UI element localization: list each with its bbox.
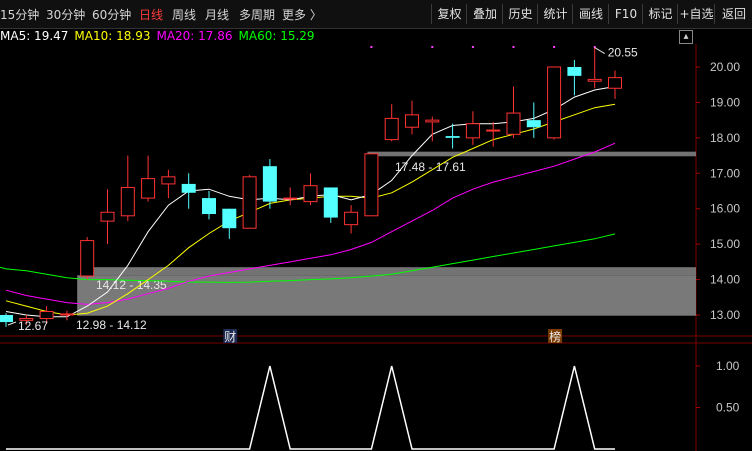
signal-dot	[370, 46, 373, 48]
y-tick-label: 20.00	[710, 60, 740, 74]
candle-body	[344, 211, 359, 226]
candle-body	[384, 117, 399, 141]
signal-dot	[471, 46, 474, 48]
candle-body	[120, 186, 135, 217]
candle-body	[181, 183, 196, 193]
zone-label: 17.48 - 17.61	[395, 160, 466, 174]
indicator-tick-label: 1.00	[716, 359, 740, 373]
signal-dot	[512, 46, 515, 48]
candle-body	[303, 185, 318, 203]
y-tick-label: 14.00	[710, 273, 740, 287]
candle-body	[283, 197, 298, 200]
low-pointer	[7, 321, 17, 326]
candle-body	[506, 112, 521, 135]
candle-body	[323, 187, 338, 218]
indicator-line	[6, 365, 615, 450]
indicator-tick-label: 0.50	[716, 401, 740, 415]
high-pointer	[594, 47, 605, 54]
y-tick-label: 13.00	[710, 308, 740, 322]
event-tag-label: 财	[224, 330, 236, 344]
candle-body	[222, 208, 237, 229]
candle-body	[202, 198, 216, 215]
candle-body	[526, 120, 541, 128]
y-tick-label: 15.00	[710, 237, 740, 251]
candle-body	[567, 67, 582, 76]
candle-body	[547, 66, 562, 139]
y-tick-label: 16.00	[710, 202, 740, 216]
signal-dot	[553, 46, 556, 48]
candle-body	[242, 176, 257, 229]
signal-dot	[431, 46, 434, 48]
candle-body	[465, 123, 480, 139]
candle-body	[141, 178, 156, 199]
candle-body	[262, 166, 277, 202]
y-tick-label: 17.00	[710, 166, 740, 180]
candle-body	[405, 114, 419, 128]
low-label: 12.67	[18, 319, 48, 333]
candle-body	[80, 240, 95, 277]
candle-body	[59, 313, 74, 316]
event-tag-label: 榜	[549, 329, 561, 344]
candle-body	[445, 136, 460, 138]
candle-body	[364, 153, 379, 217]
y-tick-label: 18.00	[710, 131, 740, 145]
candle-body	[486, 129, 501, 132]
candle-body	[425, 119, 440, 123]
price-zone	[367, 151, 696, 157]
zone-label: 12.98 - 14.12	[76, 318, 147, 332]
candle-body	[587, 78, 602, 82]
kline-chart: 13.00 14.00 15.00 16.00 17.00 18.00 19.00 20.00…	[0, 44, 752, 451]
candle-body	[39, 310, 54, 320]
y-tick-label: 19.00	[710, 95, 740, 109]
candle-body	[161, 176, 176, 185]
candle-body	[608, 77, 622, 89]
candle-body	[100, 211, 115, 222]
high-label: 20.55	[608, 46, 638, 60]
candle-body	[0, 315, 13, 323]
